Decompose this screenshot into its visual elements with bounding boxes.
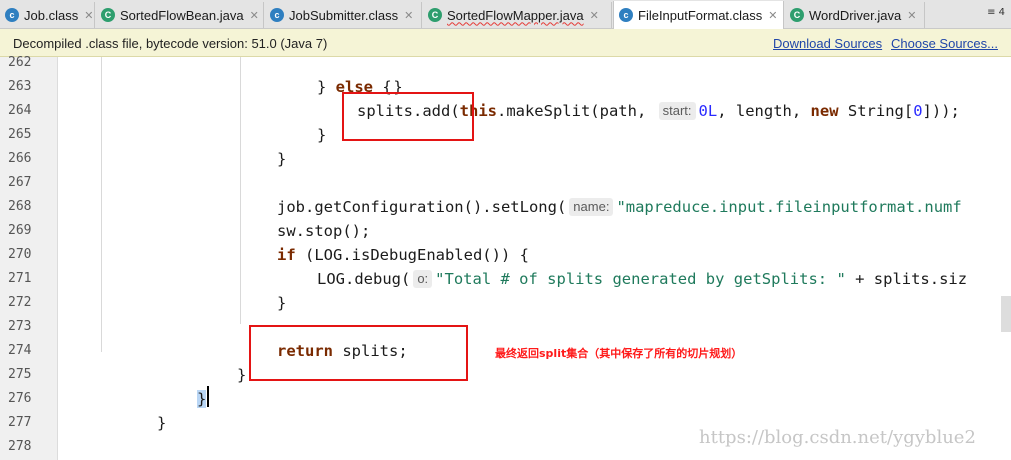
java-class-icon: C bbox=[428, 8, 442, 22]
choose-sources-link[interactable]: Choose Sources... bbox=[891, 36, 998, 51]
download-sources-link[interactable]: Download Sources bbox=[773, 36, 882, 51]
matched-brace: } bbox=[197, 390, 207, 408]
code-token: String[ bbox=[838, 102, 914, 120]
code-line-270: if (LOG.isDebugEnabled()) { bbox=[277, 243, 529, 267]
tab-label: WordDriver.java bbox=[809, 7, 902, 23]
line-number: 277 bbox=[8, 415, 32, 430]
keyword-if: if bbox=[277, 246, 296, 264]
code-token: LOG.debug( bbox=[317, 270, 411, 288]
code-line-276: } bbox=[197, 387, 207, 411]
code-editor[interactable]: } } else { splits.add(this.makeSplit(pat… bbox=[59, 57, 1011, 460]
line-number: 278 bbox=[8, 439, 32, 454]
code-token: job.getConfiguration().setLong( bbox=[277, 198, 567, 216]
close-icon[interactable]: ✕ bbox=[84, 9, 93, 22]
code-token: } bbox=[277, 294, 287, 312]
code-token: + splits.siz bbox=[845, 270, 968, 288]
line-number: 273 bbox=[8, 319, 32, 334]
close-icon[interactable]: ✕ bbox=[404, 9, 413, 22]
tab-label: Job.class bbox=[24, 7, 79, 23]
highlight-box-split-add bbox=[342, 92, 474, 141]
line-number: 269 bbox=[8, 223, 32, 238]
line-number: 267 bbox=[8, 175, 32, 190]
line-number: 262 bbox=[8, 55, 32, 70]
code-token: } bbox=[157, 414, 167, 432]
tab-overflow-menu[interactable]: ≡ 4 bbox=[987, 7, 1005, 18]
code-token: } bbox=[317, 78, 336, 96]
code-token: , length, bbox=[717, 102, 811, 120]
keyword-new: new bbox=[810, 102, 839, 120]
tab-label: SortedFlowMapper.java bbox=[447, 7, 584, 23]
line-number: 266 bbox=[8, 151, 32, 166]
highlight-box-return bbox=[249, 325, 468, 381]
close-icon[interactable]: ✕ bbox=[907, 9, 916, 22]
tab-label: FileInputFormat.class bbox=[638, 7, 763, 23]
number-literal: 0 bbox=[913, 102, 923, 120]
watermark: https://blog.csdn.net/ygyblue2 bbox=[699, 427, 976, 448]
code-line-275: } bbox=[237, 363, 246, 387]
decompiled-banner: Decompiled .class file, bytecode version… bbox=[0, 29, 1011, 57]
tab-label: SortedFlowBean.java bbox=[120, 7, 244, 23]
close-icon[interactable]: ✕ bbox=[250, 9, 259, 22]
close-icon[interactable]: ✕ bbox=[768, 9, 777, 22]
code-token: } bbox=[237, 366, 247, 384]
tab-sortedflowmapper-java[interactable]: C SortedFlowMapper.java ✕ bbox=[423, 2, 612, 28]
code-token: } bbox=[317, 126, 327, 144]
code-line-262: } bbox=[356, 57, 402, 96]
code-line-271: LOG.debug(o: "Total # of splits generated… bbox=[317, 267, 967, 291]
class-file-icon: c bbox=[619, 8, 633, 22]
code-line-265: } bbox=[317, 123, 326, 147]
number-literal: 0L bbox=[698, 102, 718, 120]
text-caret bbox=[207, 386, 209, 407]
string-literal: "mapreduce.input.fileinputformat.numf bbox=[616, 198, 962, 216]
banner-text: Decompiled .class file, bytecode version… bbox=[13, 36, 328, 51]
code-token: (LOG.isDebugEnabled()) { bbox=[295, 246, 529, 264]
code-line-272: } bbox=[277, 291, 286, 315]
close-icon[interactable]: ✕ bbox=[590, 9, 599, 22]
line-number: 270 bbox=[8, 247, 32, 262]
annotation-note: 最终返回split集合（其中保存了所有的切片规划） bbox=[495, 347, 743, 360]
tab-label: JobSubmitter.class bbox=[289, 7, 399, 23]
tab-fileinputformat-class[interactable]: c FileInputFormat.class ✕ bbox=[613, 1, 784, 29]
java-class-icon: C bbox=[101, 8, 115, 22]
code-line-277: } bbox=[157, 411, 166, 435]
line-number: 271 bbox=[8, 271, 32, 286]
code-line-266: } bbox=[277, 147, 286, 171]
java-class-icon: C bbox=[790, 8, 804, 22]
code-token: .makeSplit(path, bbox=[496, 102, 656, 120]
line-number: 275 bbox=[8, 367, 32, 382]
code-token: } bbox=[277, 150, 287, 168]
class-file-icon: c bbox=[5, 8, 19, 22]
editor-tab-bar: c Job.class ✕ C SortedFlowBean.java ✕ c … bbox=[0, 0, 1011, 29]
scrollbar-thumb[interactable] bbox=[1001, 296, 1011, 332]
tab-job-class[interactable]: c Job.class ✕ bbox=[0, 2, 95, 28]
line-number: 276 bbox=[8, 391, 32, 406]
param-hint: name: bbox=[569, 198, 614, 216]
string-literal: "Total # of splits generated by getSplit… bbox=[435, 270, 846, 288]
code-token: sw.stop(); bbox=[277, 222, 371, 240]
line-number: 264 bbox=[8, 103, 32, 118]
param-hint: o: bbox=[413, 270, 433, 288]
class-file-icon: c bbox=[270, 8, 284, 22]
line-number: 274 bbox=[8, 343, 32, 358]
code-token: ])); bbox=[922, 102, 960, 120]
line-number: 272 bbox=[8, 295, 32, 310]
line-number-gutter[interactable]: 262 263 264 265 266 267 268 269 270 271 … bbox=[0, 55, 58, 460]
tab-worddriver-java[interactable]: C WordDriver.java ✕ bbox=[785, 2, 925, 28]
param-hint: start: bbox=[658, 102, 696, 120]
code-line-269: sw.stop(); bbox=[277, 219, 370, 243]
tab-sortedflowbean-java[interactable]: C SortedFlowBean.java ✕ bbox=[96, 2, 264, 28]
line-number: 263 bbox=[8, 79, 32, 94]
tab-jobsubmitter-class[interactable]: c JobSubmitter.class ✕ bbox=[265, 2, 422, 28]
code-line-268: job.getConfiguration().setLong(name: "map… bbox=[277, 195, 962, 219]
line-number: 265 bbox=[8, 127, 32, 142]
indent-guide bbox=[240, 57, 241, 324]
line-number: 268 bbox=[8, 199, 32, 214]
indent-guide bbox=[101, 57, 102, 352]
